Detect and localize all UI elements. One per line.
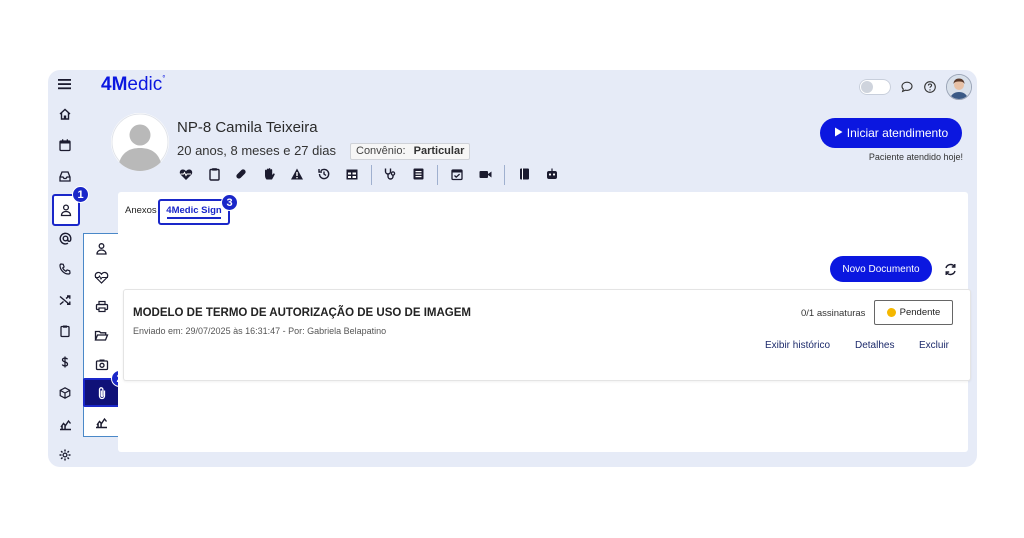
- list-icon[interactable]: [410, 166, 426, 182]
- start-appointment-label: Iniciar atendimento: [846, 126, 949, 140]
- chart-icon[interactable]: [54, 413, 76, 435]
- start-appointment-button[interactable]: Iniciar atendimento: [820, 118, 962, 148]
- app-logo[interactable]: 4Medic°: [101, 74, 165, 96]
- shuffle-icon[interactable]: [54, 289, 76, 311]
- signatures-count: 0/1 assinaturas: [801, 308, 866, 319]
- logo-prefix: 4M: [101, 74, 128, 95]
- tab-anexos[interactable]: Anexos: [125, 205, 157, 216]
- annotation-badge-1: 1: [72, 186, 89, 203]
- inbox-icon[interactable]: [54, 165, 76, 187]
- new-document-label: Novo Documento: [842, 263, 920, 275]
- toolbar-separator: [371, 165, 372, 185]
- printer-icon[interactable]: [84, 292, 119, 320]
- stethoscope-icon[interactable]: [382, 166, 398, 182]
- at-sign-icon[interactable]: [54, 227, 76, 249]
- home-icon[interactable]: [54, 103, 76, 125]
- logo-mark: °: [162, 74, 166, 83]
- book-icon[interactable]: [516, 166, 532, 182]
- status-dot-icon: [886, 308, 896, 317]
- play-icon: [834, 126, 843, 140]
- hand-icon[interactable]: [261, 166, 277, 182]
- attended-note: Paciente atendido hoje!: [868, 152, 963, 162]
- document-title: MODELO DE TERMO DE AUTORIZAÇÃO DE USO DE…: [133, 307, 471, 319]
- toolbar-separator: [437, 165, 438, 185]
- tab-4medic-sign[interactable]: 4Medic Sign: [158, 199, 230, 225]
- table-icon[interactable]: [344, 166, 360, 182]
- details-link[interactable]: Detalhes: [855, 340, 894, 351]
- chart-icon[interactable]: [84, 408, 119, 436]
- patient-age: 20 anos, 8 meses e 27 dias: [177, 143, 336, 158]
- robot-icon[interactable]: [544, 166, 560, 182]
- toolbar-separator: [504, 165, 505, 185]
- patient-photo: [111, 113, 169, 171]
- calendar-icon[interactable]: [54, 134, 76, 156]
- patient-submenu: [83, 233, 120, 437]
- document-meta: Enviado em: 29/07/2025 às 16:31:47 - Por…: [133, 326, 387, 336]
- app-frame: 4Medic° 1 NP-8 Camila Teixeira 20 anos, …: [48, 70, 977, 467]
- folder-open-icon[interactable]: [84, 321, 119, 349]
- toggle-knob: [861, 81, 873, 93]
- theme-toggle[interactable]: [859, 79, 891, 95]
- convenio-value: Particular: [413, 145, 465, 157]
- video-icon[interactable]: [477, 166, 493, 182]
- refresh-icon[interactable]: [943, 262, 958, 277]
- document-card: MODELO DE TERMO DE AUTORIZAÇÃO DE USO DE…: [123, 289, 971, 381]
- warning-icon[interactable]: [289, 166, 305, 182]
- dollar-icon[interactable]: [54, 351, 76, 373]
- status-label: Pendente: [899, 307, 941, 318]
- view-history-link[interactable]: Exibir histórico: [765, 340, 830, 351]
- heartbeat-icon[interactable]: [84, 263, 119, 291]
- person-icon[interactable]: [84, 234, 119, 262]
- tab-active-underline: [167, 217, 221, 219]
- settings-icon[interactable]: [54, 444, 76, 466]
- clipboard-icon[interactable]: [54, 320, 76, 342]
- annotation-badge-3: 3: [221, 194, 238, 211]
- heart-pulse-icon[interactable]: [178, 166, 194, 182]
- patient-name: NP-8 Camila Teixeira: [177, 119, 318, 136]
- chat-icon[interactable]: [900, 80, 914, 94]
- convenio-label: Convênio:: [356, 145, 406, 157]
- help-icon[interactable]: [923, 80, 937, 94]
- box-icon[interactable]: [54, 382, 76, 404]
- pill-icon[interactable]: [233, 166, 249, 182]
- clipboard-icon[interactable]: [206, 166, 222, 182]
- user-avatar[interactable]: [946, 74, 972, 100]
- calendar-check-icon[interactable]: [449, 166, 465, 182]
- menu-icon[interactable]: [57, 77, 73, 91]
- phone-icon[interactable]: [54, 258, 76, 280]
- status-badge[interactable]: Pendente: [874, 300, 953, 325]
- convenio-badge: Convênio: Particular: [350, 143, 471, 160]
- logo-suffix: edic: [127, 74, 163, 95]
- history-icon[interactable]: [316, 166, 332, 182]
- tab-4medic-sign-label: 4Medic Sign: [166, 205, 222, 216]
- delete-link[interactable]: Excluir: [919, 340, 949, 351]
- new-document-button[interactable]: Novo Documento: [830, 256, 932, 282]
